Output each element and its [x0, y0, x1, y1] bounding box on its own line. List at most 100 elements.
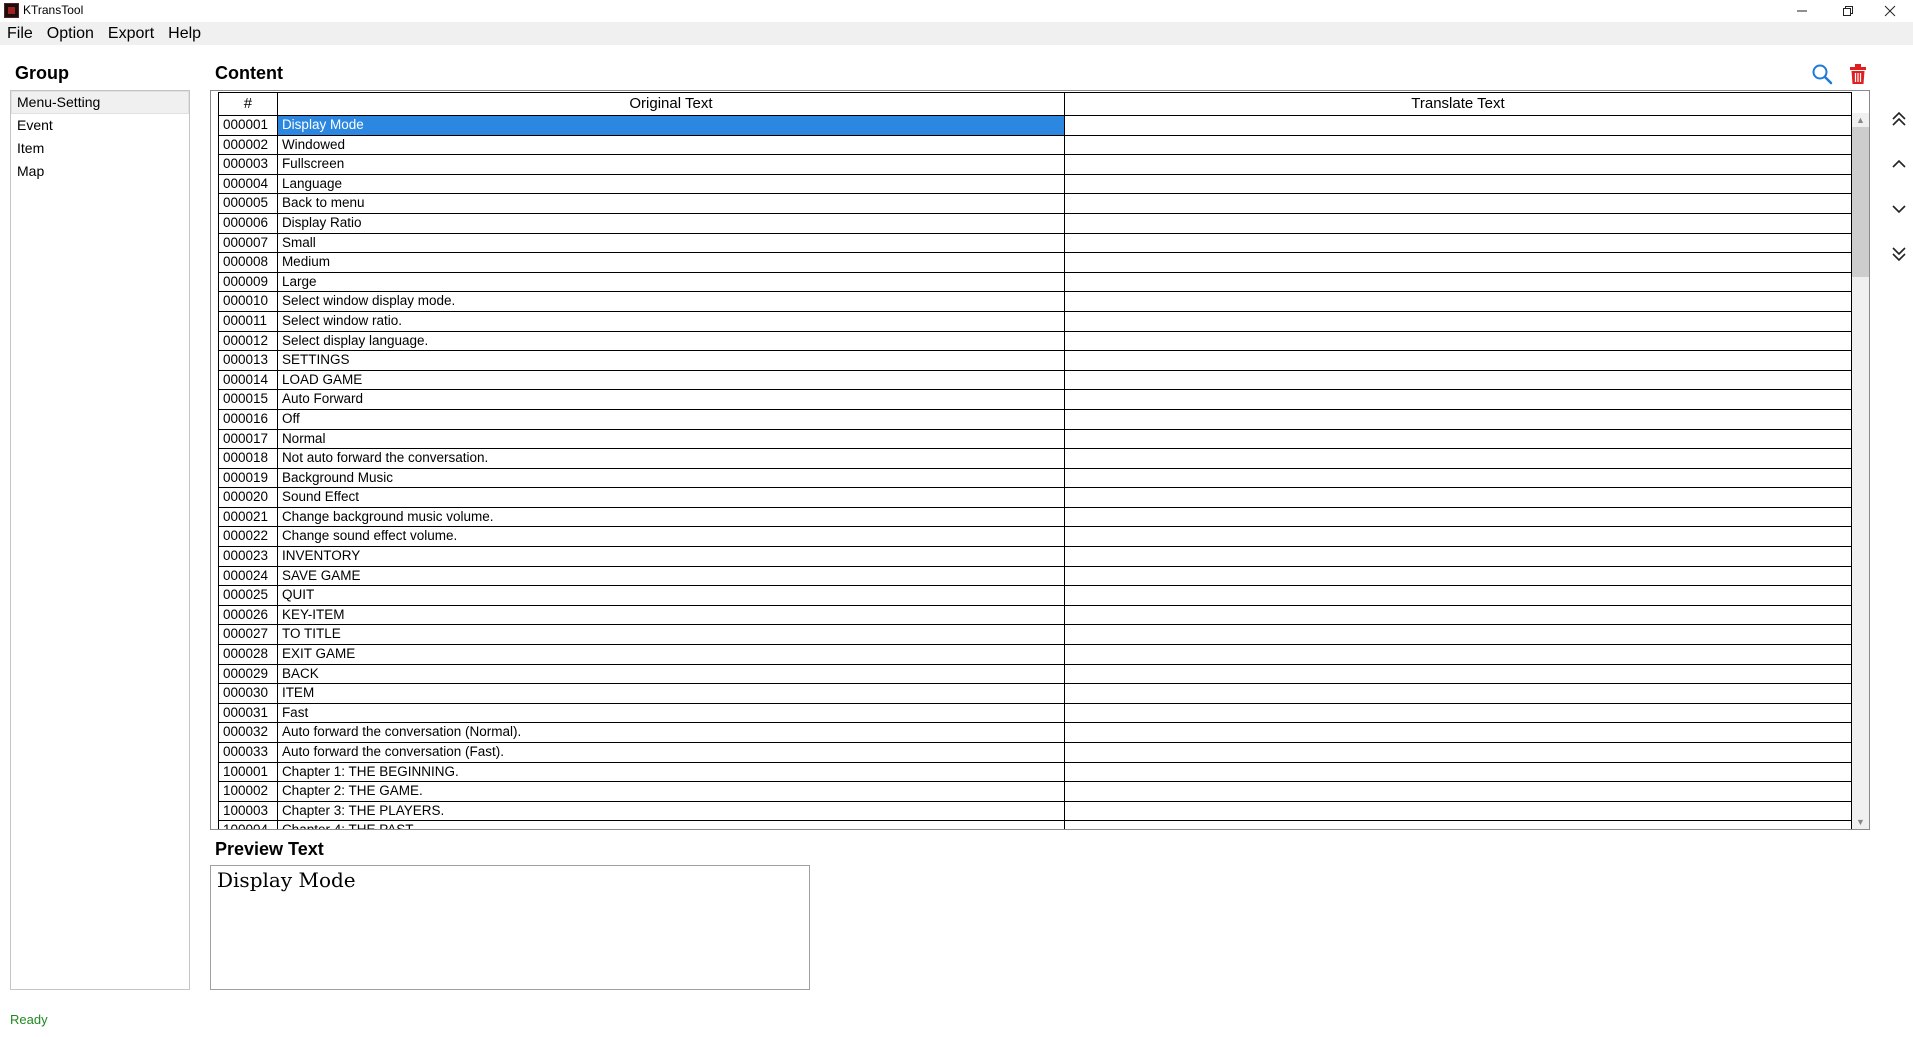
- search-button[interactable]: [1810, 62, 1834, 86]
- menu-help[interactable]: Help: [161, 22, 208, 45]
- cell-translate-text[interactable]: [1065, 214, 1851, 233]
- header-original-text[interactable]: Original Text: [278, 93, 1065, 115]
- table-row[interactable]: 000017 Normal: [218, 429, 1852, 450]
- cell-translate-text[interactable]: [1065, 234, 1851, 253]
- menu-option[interactable]: Option: [40, 22, 101, 45]
- table-row[interactable]: 000005 Back to menu: [218, 194, 1852, 214]
- table-row[interactable]: 000011 Select window ratio.: [218, 311, 1852, 332]
- group-item-menu-setting[interactable]: Menu-Setting: [11, 91, 189, 114]
- minimize-button[interactable]: [1779, 0, 1825, 22]
- table-row[interactable]: 000028 EXIT GAME: [218, 645, 1852, 665]
- cell-translate-text[interactable]: [1065, 684, 1851, 703]
- cell-translate-text[interactable]: [1065, 371, 1851, 390]
- table-row[interactable]: 000012 Select display language.: [218, 331, 1852, 352]
- cell-translate-text[interactable]: [1065, 508, 1851, 527]
- cell-number: 100003: [219, 801, 278, 821]
- table-row[interactable]: 000030 ITEM: [218, 684, 1852, 704]
- cell-translate-text[interactable]: [1065, 390, 1851, 409]
- table-row[interactable]: 000001 Display Mode: [218, 116, 1852, 136]
- header-number[interactable]: #: [219, 93, 278, 115]
- table-scrollbar[interactable]: ▲ ▼: [1852, 113, 1869, 829]
- close-button[interactable]: [1867, 0, 1913, 22]
- cell-translate-text[interactable]: [1065, 332, 1851, 351]
- table-row[interactable]: 000003 Fullscreen: [218, 155, 1852, 175]
- cell-translate-text[interactable]: [1065, 175, 1851, 194]
- group-item-map[interactable]: Map: [11, 160, 189, 183]
- table-row[interactable]: 000015 Auto Forward: [218, 390, 1852, 410]
- cell-translate-text[interactable]: [1065, 469, 1851, 488]
- table-row[interactable]: 000006 Display Ratio: [218, 213, 1852, 234]
- cell-translate-text[interactable]: [1065, 194, 1851, 213]
- previous-row-button[interactable]: [1888, 153, 1910, 175]
- menu-file[interactable]: File: [0, 22, 40, 45]
- table-row[interactable]: 000004 Language: [218, 174, 1852, 195]
- cell-translate-text[interactable]: [1065, 488, 1851, 507]
- cell-translate-text[interactable]: [1065, 606, 1851, 625]
- table-row[interactable]: 000029 BACK: [218, 664, 1852, 685]
- cell-translate-text[interactable]: [1065, 273, 1851, 292]
- table-row[interactable]: 000013 SETTINGS: [218, 351, 1852, 371]
- first-row-button[interactable]: [1888, 108, 1910, 130]
- cell-translate-text[interactable]: [1065, 645, 1851, 664]
- table-row[interactable]: 000031 Fast: [218, 703, 1852, 724]
- scroll-up-arrow[interactable]: ▲: [1852, 113, 1869, 127]
- group-item-event[interactable]: Event: [11, 114, 189, 137]
- cell-translate-text[interactable]: [1065, 782, 1851, 801]
- table-row[interactable]: 100001 Chapter 1: THE BEGINNING.: [218, 762, 1852, 783]
- cell-translate-text[interactable]: [1065, 430, 1851, 449]
- delete-button[interactable]: [1846, 62, 1870, 86]
- cell-translate-text[interactable]: [1065, 527, 1851, 546]
- cell-translate-text[interactable]: [1065, 410, 1851, 429]
- cell-translate-text[interactable]: [1065, 802, 1851, 821]
- cell-translate-text[interactable]: [1065, 116, 1851, 135]
- cell-translate-text[interactable]: [1065, 567, 1851, 586]
- restore-button[interactable]: [1825, 0, 1871, 22]
- table-row[interactable]: 000016 Off: [218, 409, 1852, 430]
- table-row[interactable]: 000033 Auto forward the conversation (Fas…: [218, 743, 1852, 763]
- table-row[interactable]: 000007 Small: [218, 233, 1852, 254]
- cell-translate-text[interactable]: [1065, 763, 1851, 782]
- table-row[interactable]: 000008 Medium: [218, 253, 1852, 273]
- table-row[interactable]: 000010 Select window display mode.: [218, 292, 1852, 312]
- scroll-thumb[interactable]: [1852, 127, 1869, 277]
- table-row[interactable]: 000023 INVENTORY: [218, 547, 1852, 567]
- table-row[interactable]: 000024 SAVE GAME: [218, 566, 1852, 587]
- cell-translate-text[interactable]: [1065, 253, 1851, 272]
- cell-translate-text[interactable]: [1065, 586, 1851, 605]
- table-row[interactable]: 000002 Windowed: [218, 135, 1852, 156]
- cell-translate-text[interactable]: [1065, 351, 1851, 370]
- table-row[interactable]: 000026 KEY-ITEM: [218, 605, 1852, 626]
- cell-translate-text[interactable]: [1065, 292, 1851, 311]
- cell-translate-text[interactable]: [1065, 665, 1851, 684]
- header-translate-text[interactable]: Translate Text: [1065, 93, 1851, 115]
- next-row-button[interactable]: [1888, 198, 1910, 220]
- menu-export[interactable]: Export: [101, 22, 161, 45]
- cell-translate-text[interactable]: [1065, 312, 1851, 331]
- table-row[interactable]: 100004 Chapter 4: THE PAST.: [218, 821, 1852, 829]
- table-row[interactable]: 000025 QUIT: [218, 586, 1852, 606]
- table-row[interactable]: 000019 Background Music: [218, 468, 1852, 489]
- table-row[interactable]: 000014 LOAD GAME: [218, 370, 1852, 391]
- table-row[interactable]: 000032 Auto forward the conversation (Nor…: [218, 723, 1852, 743]
- table-row[interactable]: 000009 Large: [218, 272, 1852, 293]
- cell-translate-text[interactable]: [1065, 723, 1851, 742]
- table-row[interactable]: 100003 Chapter 3: THE PLAYERS.: [218, 801, 1852, 822]
- table-row[interactable]: 100002 Chapter 2: THE GAME.: [218, 782, 1852, 802]
- last-row-button[interactable]: [1888, 243, 1910, 265]
- cell-translate-text[interactable]: [1065, 449, 1851, 468]
- table-row[interactable]: 000020 Sound Effect: [218, 488, 1852, 508]
- group-item-item[interactable]: Item: [11, 137, 189, 160]
- table-row[interactable]: 000027 TO TITLE: [218, 625, 1852, 646]
- cell-translate-text[interactable]: [1065, 547, 1851, 566]
- cell-translate-text[interactable]: [1065, 821, 1851, 829]
- cell-translate-text[interactable]: [1065, 136, 1851, 155]
- scroll-down-arrow[interactable]: ▼: [1852, 815, 1869, 829]
- cell-original-text: Chapter 1: THE BEGINNING.: [278, 762, 1065, 782]
- table-row[interactable]: 000022 Change sound effect volume.: [218, 527, 1852, 548]
- table-row[interactable]: 000018 Not auto forward the conversation.: [218, 449, 1852, 469]
- cell-translate-text[interactable]: [1065, 155, 1851, 174]
- cell-translate-text[interactable]: [1065, 704, 1851, 723]
- table-row[interactable]: 000021 Change background music volume.: [218, 507, 1852, 528]
- cell-translate-text[interactable]: [1065, 625, 1851, 644]
- cell-translate-text[interactable]: [1065, 743, 1851, 762]
